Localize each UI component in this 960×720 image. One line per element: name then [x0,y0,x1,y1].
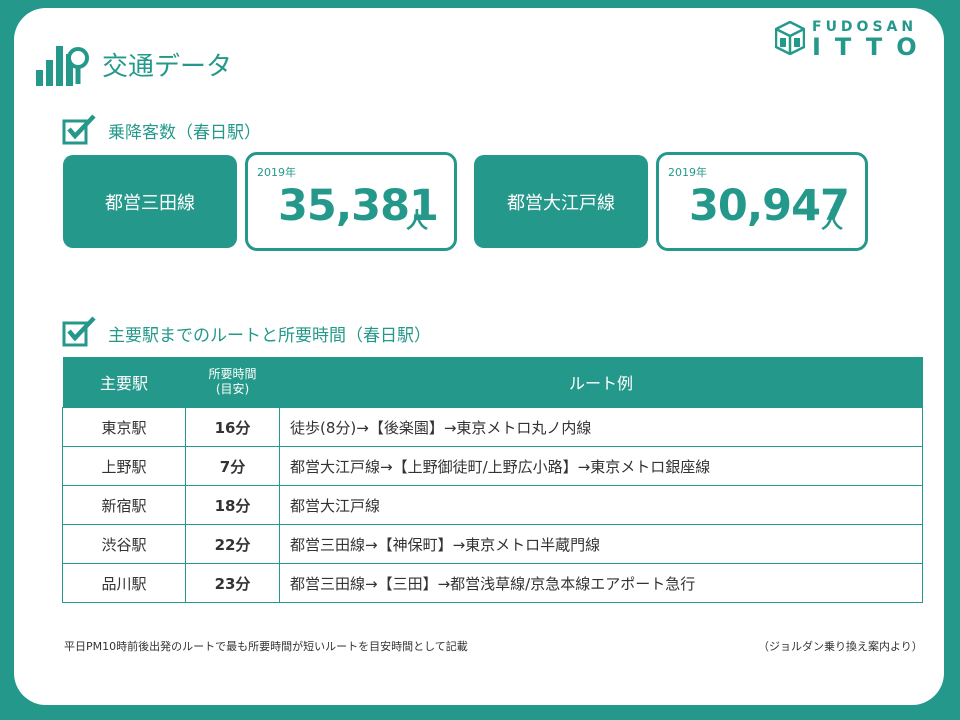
source-text: （ジョルダン乗り換え案内より） [758,640,923,653]
route-cell: 都営大江戸線 [279,485,923,525]
page-title: 交通データ [102,52,233,82]
ridership-box-oedo: 2019年 30,947 人 [656,152,868,251]
station-cell: 上野駅 [62,446,186,486]
table-row: 東京駅 16分 徒歩(8分)→【後楽園】→東京メトロ丸ノ内線 [62,407,923,447]
route-cell: 徒歩(8分)→【後楽園】→東京メトロ丸ノ内線 [279,407,923,447]
table-row: 品川駅 23分 都営三田線→【三田】→都営浅草線/京急本線エアポート急行 [62,563,923,603]
time-cell: 16分 [185,407,280,447]
ridership-box-mita: 2019年 35,381 人 [245,152,457,251]
section-title-ridership: 乗降客数（春日駅） [108,123,261,143]
route-cell: 都営三田線→【神保町】→東京メトロ半蔵門線 [279,524,923,564]
route-cell: 都営三田線→【三田】→都営浅草線/京急本線エアポート急行 [279,563,923,603]
station-cell: 渋谷駅 [62,524,186,564]
time-cell: 23分 [185,563,280,603]
route-cell: 都営大江戸線→【上野御徒町/上野広小路】→東京メトロ銀座線 [279,446,923,486]
station-cell: 東京駅 [62,407,186,447]
table-header-row: 主要駅 所要時間 (目安) ルート例 [62,357,923,408]
time-cell: 18分 [185,485,280,525]
table-row: 渋谷駅 22分 都営三田線→【神保町】→東京メトロ半蔵門線 [62,524,923,564]
ridership-unit: 人 [821,209,844,234]
time-cell: 7分 [185,446,280,486]
year-label: 2019年 [257,166,296,179]
table-row: 上野駅 7分 都営大江戸線→【上野御徒町/上野広小路】→東京メトロ銀座線 [62,446,923,486]
year-label: 2019年 [668,166,707,179]
header-time-line2: (目安) [215,382,250,396]
station-cell: 品川駅 [62,563,186,603]
chart-search-icon [36,46,89,86]
time-cell: 22分 [185,524,280,564]
section-title-routes: 主要駅までのルートと所要時間（春日駅） [108,326,431,346]
checkbox-icon [62,316,96,347]
ridership-unit: 人 [406,209,429,234]
routes-table: 主要駅 所要時間 (目安) ルート例 東京駅 16分 徒歩(8分)→【後楽園】→… [62,357,923,603]
station-cell: 新宿駅 [62,485,186,525]
logo-mark-icon [775,21,805,55]
logo-text-bottom: ITTO [812,33,931,61]
line-label-mita: 都営三田線 [63,155,237,248]
footnote-text: 平日PM10時前後出発のルートで最も所要時間が短いルートを目安時間として記載 [64,640,468,653]
line-label-oedo: 都営大江戸線 [474,155,648,248]
header-time-line1: 所要時間 [208,367,257,381]
checkbox-icon [62,114,96,145]
header-station: 主要駅 [62,357,186,408]
header-time: 所要時間 (目安) [185,357,280,408]
table-row: 新宿駅 18分 都営大江戸線 [62,485,923,525]
header-route: ルート例 [279,357,923,408]
